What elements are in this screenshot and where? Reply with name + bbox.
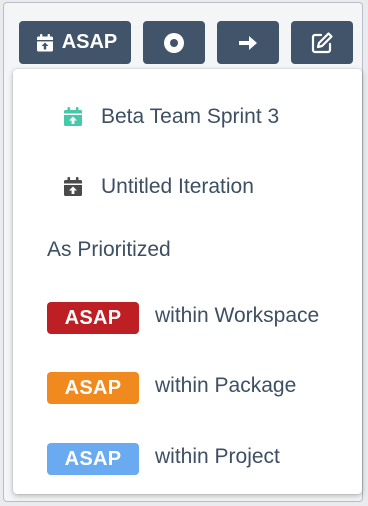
menu-item-label: Untitled Iteration xyxy=(101,175,254,198)
menu-item-untitled-iteration[interactable]: Untitled Iteration xyxy=(13,169,362,205)
asap-dropdown-menu: Beta Team Sprint 3 Untitled Iteration As… xyxy=(13,69,362,494)
priority-label: within Workspace xyxy=(155,304,320,327)
menu-item-label: Beta Team Sprint 3 xyxy=(101,105,280,128)
calendar-upload-icon xyxy=(35,33,55,53)
move-button[interactable] xyxy=(217,21,279,64)
priority-label: within Package xyxy=(155,374,297,397)
app-frame: ASAP Beta Team Sprint 3 Untitled Iterati… xyxy=(3,2,363,502)
priority-badge: ASAP xyxy=(47,302,139,334)
priority-item-project[interactable]: ASAP within Project xyxy=(13,441,362,477)
section-heading-as-prioritized: As Prioritized xyxy=(47,238,171,261)
edit-button[interactable] xyxy=(291,21,353,64)
priority-item-package[interactable]: ASAP within Package xyxy=(13,370,362,406)
status-button[interactable] xyxy=(143,21,205,64)
arrow-right-icon xyxy=(237,33,259,53)
priority-item-workspace[interactable]: ASAP within Workspace xyxy=(13,300,362,336)
calendar-upload-icon xyxy=(62,176,84,198)
priority-label: within Project xyxy=(155,445,280,468)
priority-badge: ASAP xyxy=(47,443,139,475)
priority-badge: ASAP xyxy=(47,372,139,404)
calendar-upload-icon xyxy=(62,106,84,128)
asap-dropdown-button[interactable]: ASAP xyxy=(19,21,131,64)
menu-item-beta-team-sprint-3[interactable]: Beta Team Sprint 3 xyxy=(13,99,362,135)
edit-icon xyxy=(310,31,334,55)
circle-dot-icon xyxy=(163,32,185,54)
asap-button-label: ASAP xyxy=(61,31,118,53)
